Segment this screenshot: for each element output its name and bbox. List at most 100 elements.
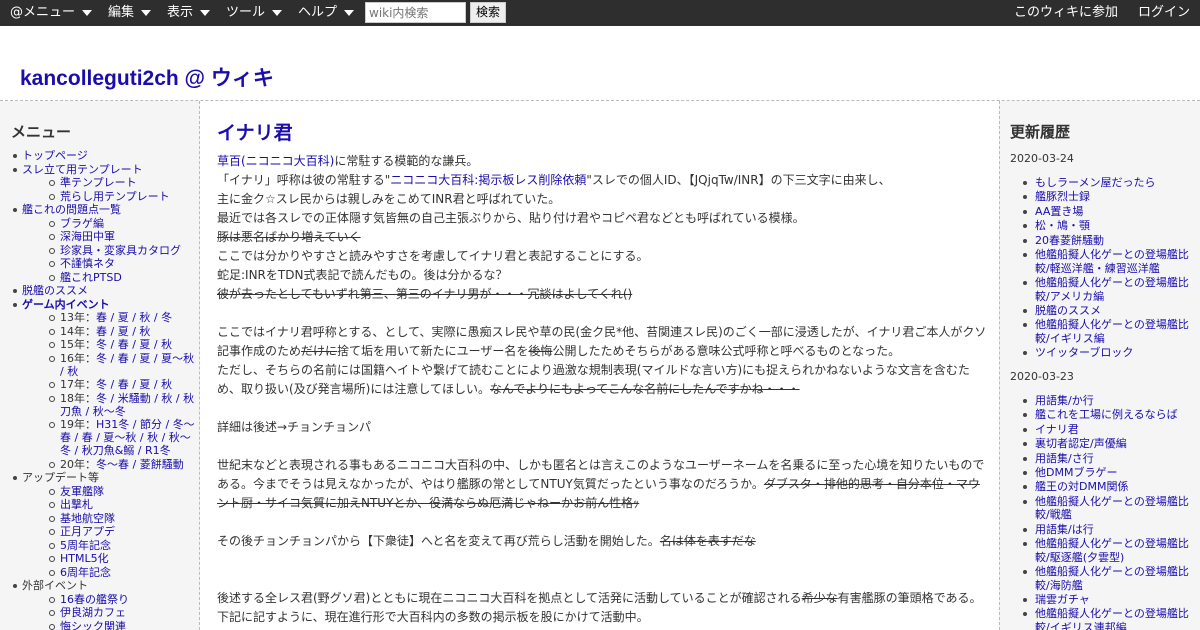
update-item-link[interactable]: 用語集/さ行 <box>1035 452 1094 465</box>
update-item-link[interactable]: AA置き場 <box>1035 205 1083 218</box>
update-item-link[interactable]: 裏切者認定/声優編 <box>1035 437 1127 450</box>
update-item-link[interactable]: 艦これを工場に例えるならば <box>1035 408 1178 421</box>
update-item: 艦これを工場に例えるならば <box>1010 408 1196 422</box>
menu-item: 5周年記念 <box>10 539 199 552</box>
join-wiki-link[interactable]: このウィキに参加 <box>1014 0 1118 26</box>
update-item-link[interactable]: 他艦船擬人化ゲーとの登場艦比較/イギリス連邦編 <box>1035 607 1189 630</box>
menu-item-link[interactable]: スレ立て用テンプレート <box>22 163 143 176</box>
menu-item-link[interactable]: 伊良湖カフェ <box>60 606 126 619</box>
update-item: ツイッターブロック <box>1010 346 1196 360</box>
update-item-link[interactable]: 他艦船擬人化ゲーとの登場艦比較/イギリス編 <box>1035 318 1189 345</box>
menu-item-link[interactable]: 基地航空隊 <box>60 512 115 525</box>
menu-item-link[interactable]: 脱艦のススメ <box>22 284 88 297</box>
strike-paragraph: 彼が去ったとしてもいずれ第三、第三のイナリ男が・・・冗談はよしてくれ() <box>217 287 633 301</box>
update-item-link[interactable]: 他艦船擬人化ゲーとの登場艦比較/駆逐艦(夕雲型) <box>1035 537 1189 564</box>
menu-item: 基地航空隊 <box>10 512 199 525</box>
page-title: イナリ君 <box>217 122 293 144</box>
menu-item-link[interactable]: 6周年記念 <box>60 566 111 579</box>
update-list: 用語集/か行 艦これを工場に例えるならば イナリ君 裏切者認定/声優編 用語集/さ行 他D… <box>1010 394 1196 630</box>
update-item-link[interactable]: 瑞雲ガチャ <box>1035 593 1090 606</box>
top-navigation-bar: @メニュー 編集 表示 ツール ヘルプ 検索 このウィキに参加 ログイン <box>0 0 1200 26</box>
update-item: AA置き場 <box>1010 205 1196 219</box>
menu-item-link[interactable]: 珍家具・変家具カタログ <box>60 244 181 257</box>
paragraph: 蛇足:INRをTDN式表記で読んだもの。後は分かるな？ <box>217 268 508 282</box>
update-item-link[interactable]: 用語集/は行 <box>1035 523 1094 536</box>
update-item-link[interactable]: 他艦船擬人化ゲーとの登場艦比較/海防艦 <box>1035 565 1189 592</box>
wiki-search-input[interactable] <box>365 2 466 23</box>
update-item-link[interactable]: イナリ君 <box>1035 423 1079 436</box>
menu-item: 19年：H31冬 / 節分 / 冬〜春 / 春 / 夏〜秋 / 秋 / 秋～冬 … <box>10 418 199 457</box>
menu-item: 友軍艦隊 <box>10 485 199 498</box>
menu-item: ブラゲ編 <box>10 217 199 230</box>
help-dropdown[interactable]: ヘルプ <box>298 0 355 26</box>
menu-item-link[interactable]: 艦これの問題点一覧 <box>22 203 121 216</box>
update-item: 他DMMブラゲー <box>1010 466 1196 480</box>
menu-item-link[interactable]: 悔シック関連 <box>60 620 126 630</box>
edit-dropdown[interactable]: 編集 <box>108 0 152 26</box>
update-item-link[interactable]: 艦豚烈士録 <box>1035 190 1090 203</box>
update-history-heading: 更新履歴 <box>1010 123 1071 141</box>
update-item-link[interactable]: 松・鳩・顎 <box>1035 219 1090 232</box>
menu-item-link[interactable]: 友軍艦隊 <box>60 485 104 498</box>
menu-item: 15年：冬 / 春 / 夏 / 秋 <box>10 338 199 351</box>
menu-item-link[interactable]: HTML5化 <box>60 552 109 565</box>
menu-item: スレ立て用テンプレート <box>10 163 199 176</box>
deletion-request-link[interactable]: ニコニコ大百科:掲示板レス削除依頼 <box>390 173 586 187</box>
menu-item-link[interactable]: トップページ <box>22 149 88 162</box>
paragraph: 最近では各スレでの正体隠す気皆無の自己主張ぶりから、貼り付け君やコピペ君などとも… <box>217 211 805 225</box>
menu-item-link[interactable]: 荒らし用テンプレート <box>60 190 170 203</box>
menu-dropdown[interactable]: @メニュー <box>10 0 93 26</box>
update-item-link[interactable]: 他艦船擬人化ゲーとの登場艦比較/軽巡洋艦・練習巡洋艦 <box>1035 248 1189 275</box>
update-item-link[interactable]: 他艦船擬人化ゲーとの登場艦比較/アメリカ編 <box>1035 276 1189 303</box>
menu-item-link[interactable]: 5周年記念 <box>60 539 111 552</box>
menu-item: トップページ <box>10 149 199 162</box>
menu-item-link[interactable]: 春 / 夏 / 秋 / 冬 <box>96 311 172 324</box>
menu-item-link[interactable]: 冬 / 春 / 夏 / 秋 <box>96 378 172 391</box>
menu-item: 正月アプデ <box>10 525 199 538</box>
menu-item-link[interactable]: 正月アプデ <box>60 525 115 538</box>
update-item-link[interactable]: 他DMMブラゲー <box>1035 466 1117 479</box>
right-sidebar-history: 更新履歴 2020-03-24 もしラーメン屋だったら 艦豚烈士録 AA置き場 松・鳩… <box>999 101 1200 630</box>
update-item-link[interactable]: 用語集/か行 <box>1035 394 1094 407</box>
nicopedia-link[interactable]: 草百(ニコニコ大百科) <box>217 154 334 168</box>
article-body: 草百(ニコニコ大百科)に常駐する模範的な謙兵。 「イナリ」呼称は彼の常駐する"ニ… <box>217 152 987 627</box>
update-item-link[interactable]: 艦王の対DMM関係 <box>1035 480 1128 493</box>
menu-item-link[interactable]: 16春の艦祭り <box>60 593 129 606</box>
menu-item: 悔シック関連 <box>10 620 199 630</box>
update-item: 他艦船擬人化ゲーとの登場艦比較/アメリカ編 <box>1010 276 1196 303</box>
update-item-link[interactable]: 脱艦のススメ <box>1035 304 1101 317</box>
menu-item-link[interactable]: 冬 / 春 / 夏 / 秋 <box>96 338 172 351</box>
menu-item-link[interactable]: 艦これPTSD <box>60 271 122 284</box>
menu-item: 不謹慎ネタ <box>10 257 199 270</box>
update-item-link[interactable]: 20春菱餅騒動 <box>1035 234 1104 247</box>
update-item: 艦王の対DMM関係 <box>1010 480 1196 494</box>
menu-item-year: 18年： <box>60 391 96 405</box>
menu-item-link[interactable]: 春 / 夏 / 秋 <box>96 325 150 338</box>
menu-item-link[interactable]: 深海田中軍 <box>60 230 115 243</box>
menu-item-link[interactable]: ゲーム内イベント <box>22 298 110 311</box>
site-header: kancolleguti2ch @ ウィキ <box>0 26 1200 101</box>
update-item-link[interactable]: もしラーメン屋だったら <box>1035 176 1156 189</box>
menu-item: 14年：春 / 夏 / 秋 <box>10 325 199 338</box>
menu-item: HTML5化 <box>10 552 199 565</box>
update-item-link[interactable]: ツイッターブロック <box>1035 346 1133 359</box>
menu-item-link[interactable]: 冬〜春 / 菱餅騒動 <box>96 458 184 471</box>
menu-item-year: 15年： <box>60 338 96 351</box>
menu-item: 16年：冬 / 春 / 夏 / 夏～秋 / 秋 <box>10 352 199 378</box>
menu-item-link[interactable]: ブラゲ編 <box>60 217 104 230</box>
update-item: 他艦船擬人化ゲーとの登場艦比較/海防艦 <box>1010 565 1196 592</box>
paragraph: 後述する全レス君(野グソ君)とともに現在ニコニコ大百科を拠点として活発に活動して… <box>217 591 982 605</box>
menu-item-link[interactable]: 不謹慎ネタ <box>60 257 115 270</box>
login-link[interactable]: ログイン <box>1138 0 1190 26</box>
paragraph: 主に金ク☆スレ民からは親しみをこめてINR君と呼ばれていた。 <box>217 192 561 206</box>
menu-item-link[interactable]: 出撃札 <box>60 498 93 511</box>
paragraph: ここでは分かりやすさと読みやすさを考慮してイナリ君と表記することにする。 <box>217 249 649 263</box>
update-item: 20春菱餅騒動 <box>1010 234 1196 248</box>
update-item: 他艦船擬人化ゲーとの登場艦比較/軽巡洋艦・練習巡洋艦 <box>1010 248 1196 275</box>
view-dropdown[interactable]: 表示 <box>167 0 211 26</box>
update-item-link[interactable]: 他艦船擬人化ゲーとの登場艦比較/戦艦 <box>1035 495 1189 522</box>
search-button[interactable]: 検索 <box>470 2 506 23</box>
menu-item-link[interactable]: 準テンプレート <box>60 176 137 189</box>
tools-dropdown[interactable]: ツール <box>226 0 283 26</box>
site-title-link[interactable]: kancolleguti2ch @ ウィキ <box>20 62 274 92</box>
